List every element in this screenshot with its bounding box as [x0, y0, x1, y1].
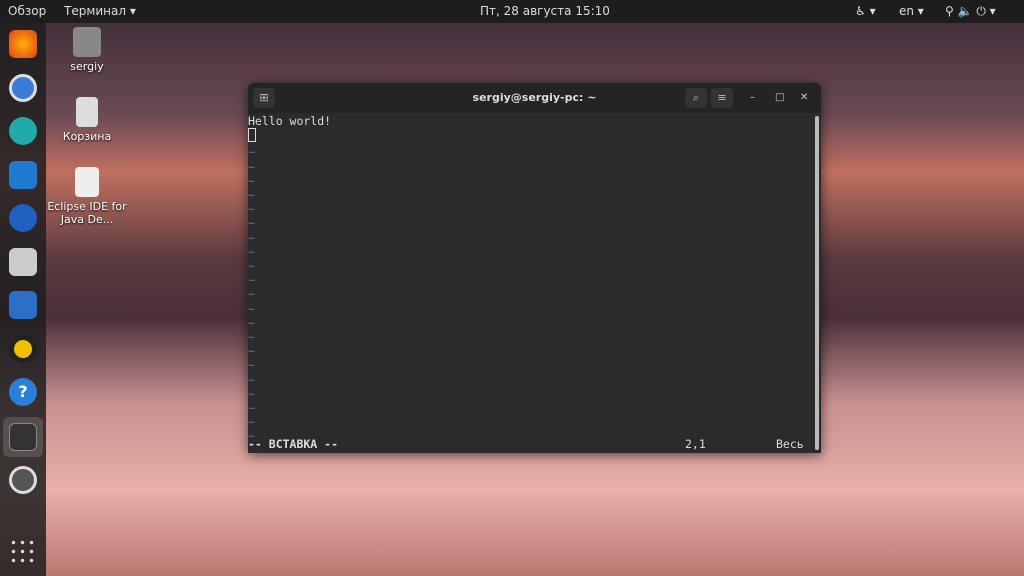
desktop-trash[interactable]: Корзина	[47, 97, 127, 143]
empty-line-tilde: ~	[248, 173, 255, 188]
scroll-position: Весь	[776, 437, 804, 451]
empty-line-tilde: ~	[248, 344, 255, 359]
empty-line-tilde: ~	[248, 188, 255, 203]
eclipse-icon	[75, 167, 99, 197]
titlebar: ⊞ sergiy@sergiy-pc: ~ ⌕ ≡ – □ ✕	[248, 83, 821, 113]
search-button[interactable]: ⌕	[685, 88, 707, 108]
desktop-label: sergiy	[70, 60, 104, 73]
terminal-icon[interactable]	[9, 423, 37, 451]
empty-line-tilde: ~	[248, 315, 255, 330]
dock: ?	[0, 23, 46, 576]
empty-line-tilde: ~	[248, 244, 255, 259]
empty-line-tilde: ~	[248, 401, 255, 416]
firefox-icon[interactable]	[9, 30, 37, 58]
desktop-label: Eclipse IDE for Java De...	[47, 200, 127, 226]
empty-line-tilde: ~	[248, 273, 255, 288]
writer-icon[interactable]	[9, 291, 37, 319]
files-icon[interactable]	[9, 248, 37, 276]
desktop-eclipse[interactable]: Eclipse IDE for Java De...	[47, 167, 127, 226]
empty-line-tilde: ~	[248, 358, 255, 373]
maximize-button[interactable]: □	[775, 83, 784, 113]
terminal-window: ⊞ sergiy@sergiy-pc: ~ ⌕ ≡ – □ ✕ Hello wo…	[248, 83, 821, 453]
scrollbar[interactable]	[815, 116, 819, 450]
vim-statusline: -- ВСТАВКА -- 2,1 Весь	[248, 437, 813, 453]
chromium-icon[interactable]	[9, 74, 37, 102]
minimize-button[interactable]: –	[750, 83, 755, 113]
empty-line-tilde: ~	[248, 372, 255, 387]
rhythmbox-icon[interactable]	[9, 335, 37, 363]
desktop-home[interactable]: sergiy	[47, 27, 127, 73]
settings-icon[interactable]	[9, 466, 37, 494]
empty-line-tilde: ~	[248, 259, 255, 274]
help-icon[interactable]: ?	[9, 378, 37, 406]
activities-button[interactable]: Обзор	[8, 4, 46, 18]
cursor-position: 2,1	[685, 437, 706, 451]
empty-line-tilde: ~	[248, 159, 255, 174]
close-button[interactable]: ✕	[800, 83, 808, 113]
clock[interactable]: Пт, 28 августа 15:10	[480, 4, 610, 18]
mode-indicator: -- ВСТАВКА --	[248, 437, 339, 451]
desktop-label: Корзина	[62, 130, 112, 143]
language-menu[interactable]: en ▾	[899, 4, 924, 18]
top-bar: Обзор Терминал ▾ Пт, 28 августа 15:10 ♿ …	[0, 0, 1024, 23]
app-grid-icon[interactable]	[9, 538, 37, 566]
empty-line-tilde: ~	[248, 301, 255, 316]
text-line: Hello world!	[248, 114, 332, 128]
menu-button[interactable]: ≡	[711, 88, 733, 108]
vscode-icon[interactable]	[9, 161, 37, 189]
empty-line-tilde: ~	[248, 145, 255, 160]
new-tab-button[interactable]: ⊞	[253, 88, 275, 108]
empty-line-tilde: ~	[248, 386, 255, 401]
window-title: sergiy@sergiy-pc: ~	[472, 91, 597, 104]
home-folder-icon	[73, 27, 101, 57]
system-menu[interactable]: ⚲ 🔈 ⏻ ▾	[945, 4, 996, 19]
empty-line-tilde: ~	[248, 202, 255, 217]
accessibility-menu[interactable]: ♿ ▾	[855, 4, 876, 18]
empty-line-tilde: ~	[248, 230, 255, 245]
empty-line-tilde: ~	[248, 216, 255, 231]
empty-line-tilde: ~	[248, 287, 255, 302]
trash-icon	[76, 97, 98, 127]
app-menu[interactable]: Терминал ▾	[64, 4, 136, 18]
cursor	[248, 128, 256, 143]
thunderbird-icon[interactable]	[9, 204, 37, 232]
crossover-icon[interactable]	[9, 117, 37, 145]
empty-line-tilde: ~	[248, 330, 255, 345]
empty-line-tilde: ~	[248, 415, 255, 430]
vim-buffer[interactable]: Hello world! ~ ~ ~ ~ ~ ~ ~ ~ ~ ~ ~ ~ ~ ~ ~ ~ ~ ~ ~ ~ ~ -- ВС…	[248, 114, 813, 453]
